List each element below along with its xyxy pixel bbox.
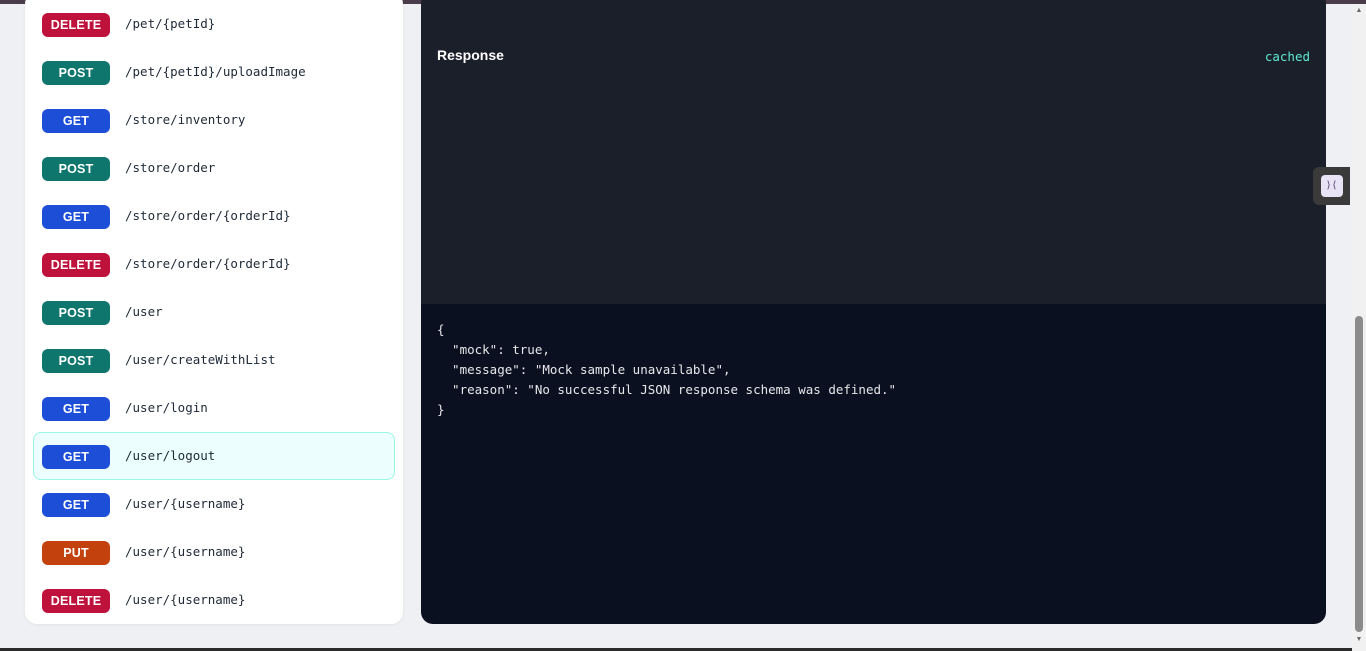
method-badge: GET: [42, 205, 110, 229]
endpoint-item[interactable]: POST/pet/{petId}/uploadImage: [33, 48, 395, 96]
endpoint-path: /store/inventory: [125, 112, 246, 127]
endpoint-item[interactable]: GET/user/login: [33, 384, 395, 432]
scroll-down-arrow-icon[interactable]: ▼: [1352, 633, 1366, 647]
endpoint-path: /user: [125, 304, 163, 319]
response-title: Response: [437, 47, 504, 63]
endpoint-item[interactable]: GET/user/{username}: [33, 480, 395, 528]
endpoint-item[interactable]: DELETE/pet/{petId}: [33, 0, 395, 48]
response-body-code[interactable]: { "mock": true, "message": "Mock sample …: [437, 320, 896, 420]
page-scrollbar[interactable]: ▲ ▼: [1352, 4, 1366, 651]
endpoint-path: /user/login: [125, 400, 208, 415]
endpoint-path: /user/logout: [125, 448, 216, 463]
endpoint-item[interactable]: DELETE/store/order/{orderId}: [33, 240, 395, 288]
endpoint-path: /user/createWithList: [125, 352, 276, 367]
method-badge: DELETE: [42, 253, 110, 277]
endpoint-path: /store/order/{orderId}: [125, 208, 291, 223]
endpoint-path: /user/{username}: [125, 544, 246, 559]
endpoint-item[interactable]: POST/user: [33, 288, 395, 336]
endpoint-item[interactable]: GET/store/inventory: [33, 96, 395, 144]
method-badge: POST: [42, 61, 110, 85]
collapse-panel-button[interactable]: ⟩⟨: [1313, 167, 1350, 205]
endpoint-path: /user/{username}: [125, 592, 246, 607]
endpoint-path: /pet/{petId}: [125, 16, 216, 31]
endpoint-item[interactable]: GET/user/logout: [33, 432, 395, 480]
method-badge: POST: [42, 349, 110, 373]
endpoint-item[interactable]: PUT/user/{username}: [33, 528, 395, 576]
method-badge: GET: [42, 397, 110, 421]
response-panel: Response cached { "mock": true, "message…: [421, 0, 1326, 624]
endpoint-item[interactable]: DELETE/user/{username}: [33, 576, 395, 624]
response-status-badge: cached: [1264, 49, 1310, 64]
endpoint-item[interactable]: GET/store/order/{orderId}: [33, 192, 395, 240]
method-badge: PUT: [42, 541, 110, 565]
scroll-up-arrow-icon[interactable]: ▲: [1352, 4, 1366, 18]
endpoint-path: /store/order: [125, 160, 216, 175]
endpoint-path: /user/{username}: [125, 496, 246, 511]
collapse-icon: ⟩⟨: [1320, 175, 1343, 197]
endpoint-item[interactable]: POST/store/order: [33, 144, 395, 192]
endpoint-path: /store/order/{orderId}: [125, 256, 291, 271]
endpoint-path: /pet/{petId}/uploadImage: [125, 64, 306, 79]
method-badge: GET: [42, 109, 110, 133]
response-header: Response cached: [421, 0, 1326, 304]
method-badge: GET: [42, 493, 110, 517]
endpoint-sidebar: DELETE/pet/{petId} POST/pet/{petId}/uploa…: [25, 0, 403, 624]
method-badge: DELETE: [42, 13, 110, 37]
method-badge: POST: [42, 301, 110, 325]
endpoint-item[interactable]: POST/user/createWithList: [33, 336, 395, 384]
scrollbar-thumb[interactable]: [1355, 316, 1363, 632]
method-badge: POST: [42, 157, 110, 181]
method-badge: GET: [42, 445, 110, 469]
method-badge: DELETE: [42, 589, 110, 613]
